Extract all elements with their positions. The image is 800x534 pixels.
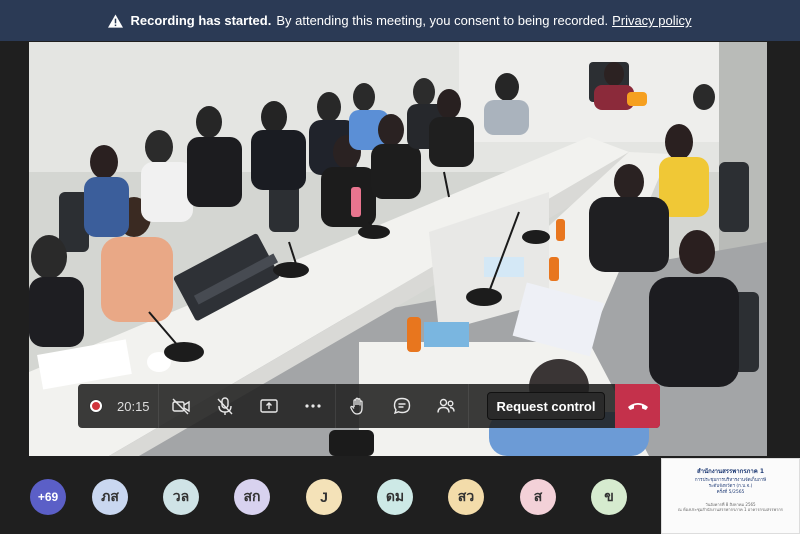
recording-title: Recording has started. xyxy=(130,13,272,28)
share-screen-icon xyxy=(260,399,278,413)
slide-line: ณ ห้องประชุมสำนักงานสรรพากรภาค 1 อาคารกร… xyxy=(678,507,783,512)
slide-line: ครั้งที่ 5/2565 xyxy=(716,490,745,495)
hang-up-icon xyxy=(627,403,648,410)
raise-hand-button[interactable] xyxy=(336,384,380,428)
slide-subtitle: การประชุมการบริหารงานจัดเก็บภาษี ระดับจั… xyxy=(662,478,799,496)
people-icon xyxy=(437,398,455,413)
privacy-policy-link[interactable]: Privacy policy xyxy=(612,13,691,28)
share-screen-button[interactable] xyxy=(247,384,291,428)
participant-avatar[interactable]: ส xyxy=(520,479,556,515)
raise-hand-icon xyxy=(350,397,363,415)
participant-avatar[interactable]: ดม xyxy=(377,479,413,515)
meeting-control-bar: 20:15 Request control xyxy=(78,384,660,428)
camera-button[interactable] xyxy=(159,384,203,428)
recording-message: By attending this meeting, you consent t… xyxy=(276,13,609,28)
hang-up-button[interactable] xyxy=(615,384,660,428)
camera-off-icon xyxy=(172,398,190,415)
recording-dot-icon xyxy=(90,400,102,412)
participant-avatar[interactable]: วล xyxy=(163,479,199,515)
recording-indicator: 20:15 xyxy=(78,384,158,428)
warning-icon xyxy=(108,13,124,28)
shared-content-thumbnail[interactable]: สำนักงานสรรพากรภาค 1 การประชุมการบริหารง… xyxy=(661,458,800,534)
mic-button[interactable] xyxy=(203,384,247,428)
participant-avatar[interactable]: ภส xyxy=(92,479,128,515)
recording-banner: Recording has started. By attending this… xyxy=(0,0,800,41)
participant-avatar[interactable]: สก xyxy=(234,479,270,515)
participant-avatar[interactable]: J xyxy=(306,479,342,515)
participant-avatar[interactable]: สว xyxy=(448,479,484,515)
slide-title: สำนักงานสรรพากรภาค 1 xyxy=(696,468,765,475)
more-icon xyxy=(305,404,321,408)
request-control-button[interactable]: Request control xyxy=(487,392,605,420)
teams-meeting-window: Recording has started. By attending this… xyxy=(0,0,800,534)
mic-off-icon xyxy=(217,397,233,415)
recording-timer: 20:15 xyxy=(117,398,150,414)
participant-avatar[interactable]: ข xyxy=(591,479,627,515)
overflow-participants-button[interactable]: +69 xyxy=(30,479,66,515)
more-actions-button[interactable] xyxy=(291,384,335,428)
chat-button[interactable] xyxy=(380,384,424,428)
people-button[interactable] xyxy=(424,384,468,428)
divider xyxy=(468,384,469,428)
slide-details: วันอังคารที่ 8 สิงหาคม 2565 ณ ห้องประชุม… xyxy=(662,502,799,512)
chat-icon xyxy=(393,397,411,415)
